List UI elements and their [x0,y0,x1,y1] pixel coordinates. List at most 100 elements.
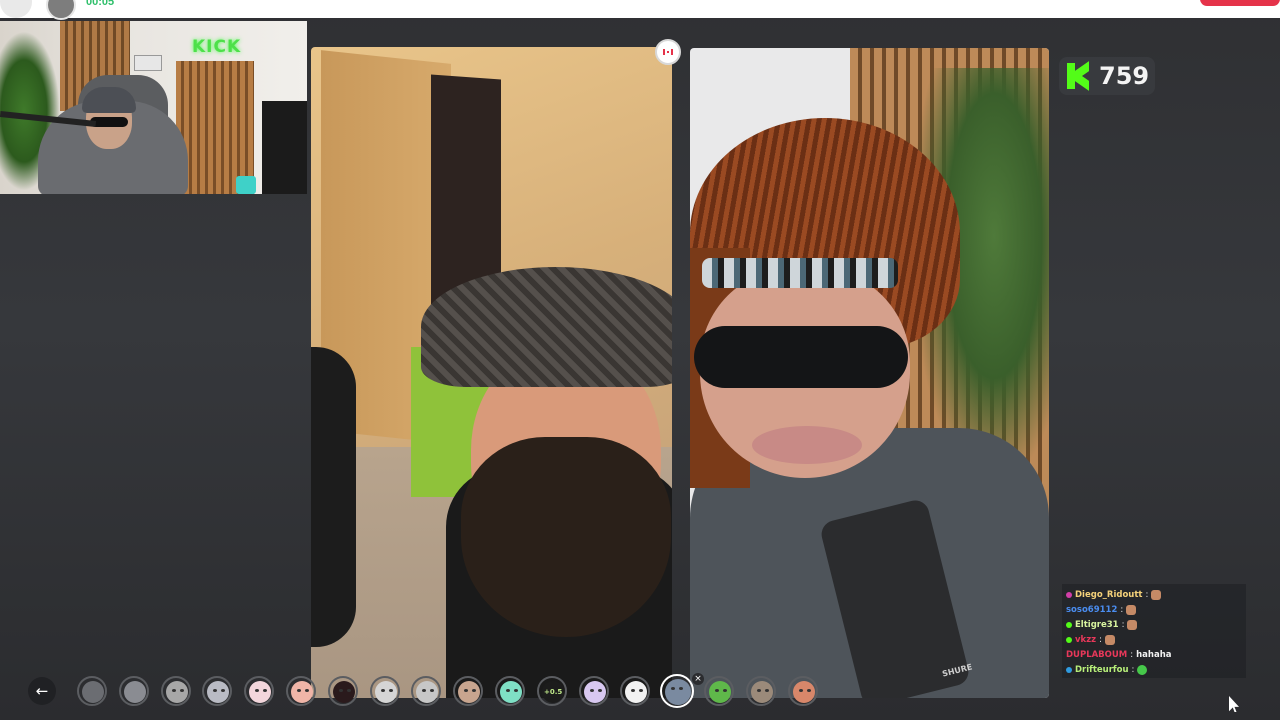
filter-dots-icon[interactable] [77,676,107,706]
filter-preview [793,681,815,703]
end-call-glyph [663,49,673,55]
filter-preview [166,681,188,703]
filter-preview [500,681,522,703]
green-emote-icon [1137,664,1148,675]
chat-separator: : [1121,619,1125,630]
filter-preview [82,681,104,703]
filter-blush-face-icon[interactable] [286,676,316,706]
filter-eye [213,689,217,692]
webcam-monitor [262,101,307,194]
filter-eye [598,689,602,692]
filter-preview [333,681,355,703]
chat-badge-icon [1066,636,1072,643]
filter-eye [389,689,393,692]
webcam-streamer-cap [82,87,136,113]
filter-eye [631,689,635,692]
filter-sad-face-icon[interactable] [202,676,232,706]
chat-username[interactable]: vkzz [1075,635,1096,645]
video-dark-object [311,347,356,647]
streamer-webcam: KICK [0,21,307,194]
chat-badge-icon [1066,591,1072,598]
filter-eye [422,689,426,692]
chat-message: Drifteurfou: [1066,662,1242,677]
filter-eye [347,689,351,692]
filter-speed-icon[interactable]: +0.5 [537,676,567,706]
filter-preview [291,681,313,703]
filter-zombie-face-icon[interactable] [495,676,525,706]
filter-eye [765,689,769,692]
filter-eye [715,689,719,692]
call-timer: 00:05 [86,0,115,8]
filter-preview [665,679,691,705]
avatar[interactable] [46,0,76,20]
filter-goat-face-icon[interactable] [746,676,776,706]
chat-badge-icon [1066,621,1072,628]
chat-message-text: hahaha [1136,649,1172,660]
filter-shades-face-icon[interactable] [411,676,441,706]
filter-preview [625,681,647,703]
filter-eye [671,687,675,690]
filter-eye [339,689,343,692]
end-call-icon[interactable] [655,39,681,65]
filter-preview [416,681,438,703]
participant-beard [461,437,671,637]
filter-preview [124,681,146,703]
filter-beard-face-icon[interactable] [453,676,483,706]
filter-bald-face-icon[interactable] [788,676,818,706]
filter-preview [584,681,606,703]
chat-message: Diego_Ridoutt: [1066,587,1242,602]
filter-alien-face-icon[interactable] [704,676,734,706]
chat-separator: : [1145,589,1149,600]
filter-preview [709,681,731,703]
filter-preview [751,681,773,703]
top-action-button[interactable] [1200,0,1280,6]
filter-blur-icon[interactable] [119,676,149,706]
participant-cap [421,267,672,387]
filter-cat-face-icon[interactable] [244,676,274,706]
filter-eye [679,687,683,690]
chat-username[interactable]: DUPLABOUM [1066,650,1127,660]
filter-frown-face-icon[interactable] [370,676,400,706]
arrow-left-icon[interactable]: ← [28,677,56,705]
filter-lips [752,426,862,464]
filter-demon-face-icon[interactable] [328,676,358,706]
filter-eye [180,689,184,692]
speed-label: +0.5 [544,688,563,696]
filter-panda-face-icon[interactable] [620,676,650,706]
filter-preview [207,681,229,703]
chat-username[interactable]: Diego_Ridoutt [1075,590,1142,600]
chat-message: vkzz: [1066,632,1242,647]
filter-eye [305,689,309,692]
chat-username[interactable]: Eltigre31 [1075,620,1119,630]
filter-eye [221,689,225,692]
filter-eye [514,689,518,692]
filter-preview [249,681,271,703]
filter-hair-face-icon[interactable] [660,674,694,708]
chat-message: Eltigre31: [1066,617,1242,632]
chat-username[interactable]: Drifteurfou [1075,665,1129,675]
webcam-cup [236,176,256,194]
reaction-emote-icon [1127,619,1138,630]
filter-eye [172,689,176,692]
chat-message: DUPLABOUM: hahaha [1066,647,1242,662]
chat-username[interactable]: soso69112 [1066,605,1117,615]
filter-baby-face-icon[interactable] [579,676,609,706]
chat-separator: : [1120,604,1124,615]
viewer-count-badge: 759 [1059,57,1155,95]
filter-eye [506,689,510,692]
close-icon[interactable]: × [692,673,704,685]
streamer-video-with-face-filter: SHURE [690,48,1049,698]
filter-gray-face-icon[interactable] [161,676,191,706]
reaction-emote-icon [1151,589,1162,600]
chat-badge-icon [1066,666,1072,673]
filter-eye [255,689,259,692]
filter-eye [472,689,476,692]
reaction-emote-icon [1104,634,1115,645]
filter-eye [723,689,727,692]
top-menu-button[interactable] [0,0,32,18]
filter-eye [464,689,468,692]
filter-eye [639,689,643,692]
chat-separator: : [1131,664,1135,675]
filter-preview [375,681,397,703]
webcam-kick-sign: KICK [192,37,242,57]
